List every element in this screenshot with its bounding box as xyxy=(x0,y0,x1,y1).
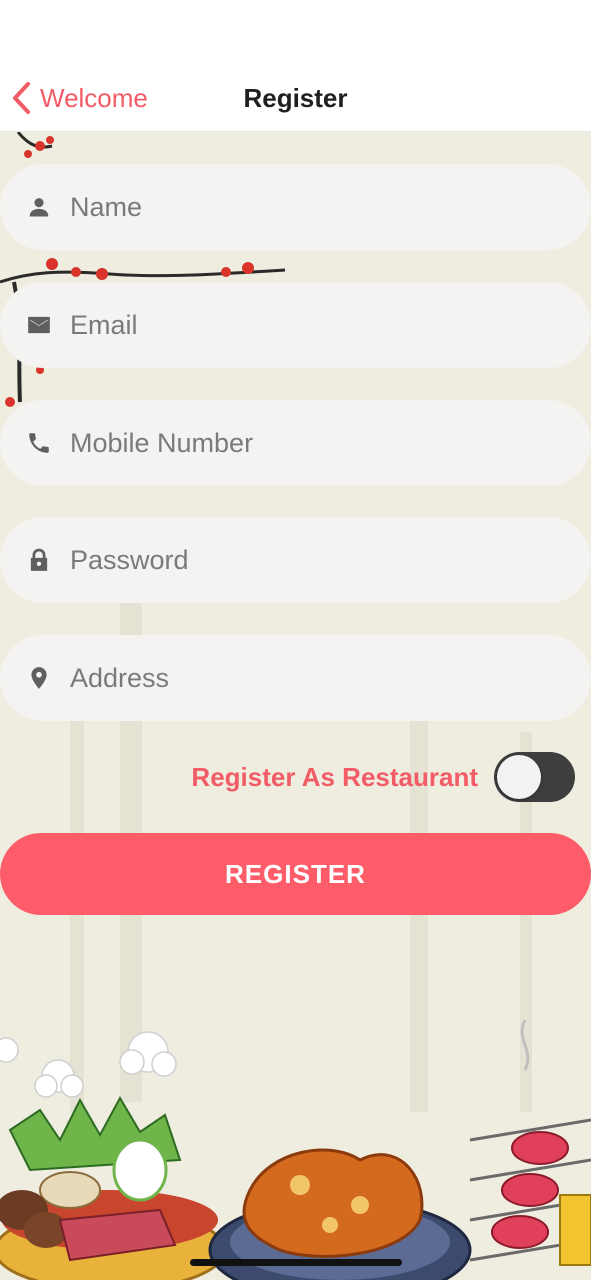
address-field[interactable] xyxy=(0,635,591,721)
password-field[interactable] xyxy=(0,517,591,603)
location-pin-icon xyxy=(26,665,52,691)
form-background: Register As Restaurant REGISTER xyxy=(0,132,591,1280)
email-input[interactable] xyxy=(70,282,561,368)
person-icon xyxy=(26,194,52,220)
page-title: Register xyxy=(243,83,348,113)
email-field[interactable] xyxy=(0,282,591,368)
mail-icon xyxy=(26,312,52,338)
register-as-restaurant-label: Register As Restaurant xyxy=(191,762,478,792)
address-input[interactable] xyxy=(70,635,561,721)
name-input[interactable] xyxy=(70,164,561,250)
lock-icon xyxy=(26,547,52,573)
food-illustration xyxy=(0,1020,591,1280)
home-indicator xyxy=(190,1259,402,1266)
mobile-number-input[interactable] xyxy=(70,400,561,486)
name-field[interactable] xyxy=(0,164,591,250)
register-button[interactable]: REGISTER xyxy=(0,833,591,915)
register-as-restaurant-row: Register As Restaurant xyxy=(0,750,591,804)
mobile-number-field[interactable] xyxy=(0,400,591,486)
register-as-restaurant-toggle[interactable] xyxy=(494,752,575,802)
phone-icon xyxy=(26,430,52,456)
password-input[interactable] xyxy=(70,517,561,603)
toggle-knob xyxy=(497,755,541,799)
navigation-bar: Welcome Register xyxy=(0,60,591,132)
status-bar xyxy=(0,0,591,60)
